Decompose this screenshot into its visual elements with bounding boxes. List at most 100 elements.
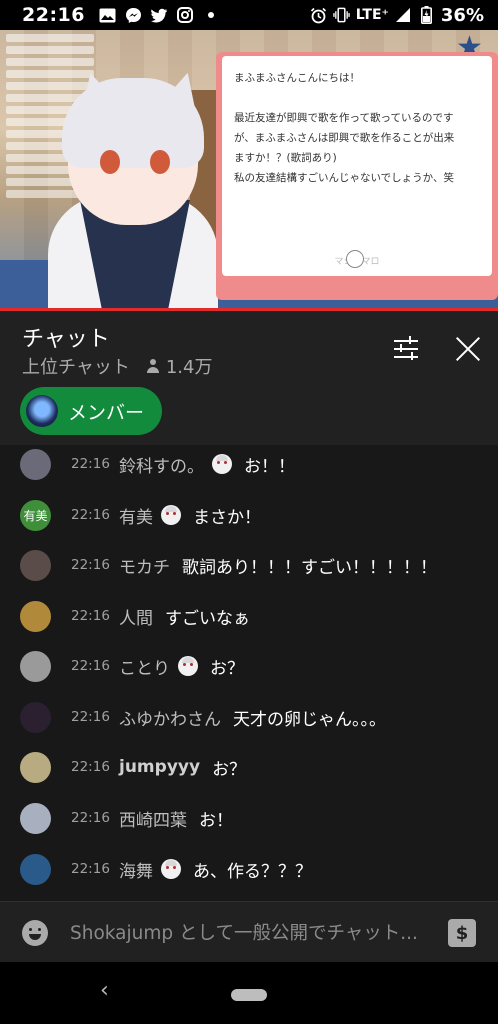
chat-message-row[interactable]: 有美 22:16 有美 まさか！: [0, 495, 498, 535]
filter-settings-button[interactable]: [392, 335, 422, 363]
chat-input-bar: $: [0, 901, 498, 962]
chat-message-row[interactable]: 22:16 海舞 あ、作る？？？: [0, 849, 498, 889]
message-line: 私の友達結構すごいんじゃないでしょうか、笑: [234, 172, 454, 184]
chat-input[interactable]: [70, 916, 442, 950]
avatar-eye-left: [100, 150, 120, 174]
message-gap: [234, 88, 480, 108]
user-avatar[interactable]: 有美: [20, 499, 51, 531]
author-name[interactable]: 西崎四葉: [119, 806, 187, 831]
message-text: お？: [210, 658, 244, 679]
chat-message-row[interactable]: 22:16 モカチ 歌詞あり！！！すごい！！！！！: [0, 545, 498, 585]
marshmallow-message: まふまふさんこんにちは！ 最近友達が即興で歌を作って歌っているのです が、まふま…: [222, 56, 492, 276]
emoji-button[interactable]: [22, 920, 48, 946]
vibrate-icon: [333, 7, 350, 24]
video-player[interactable]: ★ まふまふさんこんにちは！ 最近友達が即興で歌を作って歌っているのです が、ま…: [0, 30, 498, 310]
marshmallow-mascot-icon: [346, 250, 364, 268]
alarm-icon: [310, 7, 327, 24]
message-line: ますか！？(歌詞あり): [234, 152, 337, 164]
home-pill[interactable]: [231, 989, 267, 1001]
message-timestamp: 22:16: [71, 810, 110, 826]
author-name[interactable]: ふゆかわさん: [119, 705, 221, 730]
message-timestamp: 22:16: [71, 608, 110, 624]
message-line: まふまふさんこんにちは！: [234, 72, 360, 84]
chat-message-list[interactable]: 22:16 鈴科すの。 お！！ 有美 22:16 有美 まさか！ 22:16 モカチ 歌詞あり！！…: [0, 445, 498, 901]
chat-message-row[interactable]: 22:16 jumpyyy お？: [0, 747, 498, 787]
member-badge-icon: [212, 454, 232, 474]
message-text: お！！: [244, 456, 295, 477]
avatar-hair: [62, 78, 204, 168]
system-nav-bar: ‹: [0, 962, 498, 1024]
author-name[interactable]: 人間: [119, 604, 153, 629]
status-bar: 22:16 LTE⁺ 36%: [0, 0, 498, 30]
message-text: まさか！: [193, 507, 261, 528]
author-name[interactable]: jumpyyy: [119, 757, 200, 777]
back-icon[interactable]: ‹: [100, 978, 109, 1003]
messenger-icon: [125, 7, 142, 24]
message-timestamp: 22:16: [71, 456, 110, 472]
chat-header: チャット 上位チャット 1.4万 メンバー: [0, 311, 498, 445]
member-badge-icon: [178, 656, 198, 676]
message-timestamp: 22:16: [71, 507, 110, 523]
message-line: が、まふまふさんは即興で歌を作ることが出来: [234, 132, 455, 144]
members-chip[interactable]: メンバー: [20, 387, 162, 435]
user-avatar[interactable]: [20, 650, 51, 682]
message-text: 天才の卵じゃん。。。: [233, 709, 386, 730]
viewer-count-value: 1.4万: [165, 357, 213, 378]
super-chat-button[interactable]: $: [448, 919, 476, 947]
user-avatar[interactable]: [20, 549, 51, 581]
message-line: ふゆかわさん 天才の卵じゃん。。。: [119, 705, 386, 730]
notification-icons: [99, 7, 220, 24]
user-avatar[interactable]: [20, 751, 51, 783]
battery-percent: 36%: [440, 4, 484, 26]
message-line: モカチ 歌詞あり！！！すごい！！！！！: [119, 553, 437, 578]
chat-message-row[interactable]: 22:16 人間 すごいなぁ: [0, 596, 498, 636]
battery-icon: [418, 6, 435, 24]
close-chat-button[interactable]: [454, 335, 482, 363]
user-avatar[interactable]: [20, 448, 51, 480]
chat-message-row[interactable]: 22:16 鈴科すの。 お！！: [0, 445, 498, 484]
chat-message-row[interactable]: 22:16 西崎四葉 お！: [0, 798, 498, 838]
message-timestamp: 22:16: [71, 557, 110, 573]
avatar-eye-right: [150, 150, 170, 174]
chat-message-row[interactable]: 22:16 ことり お？: [0, 646, 498, 686]
message-timestamp: 22:16: [71, 759, 110, 775]
user-avatar[interactable]: [20, 701, 51, 733]
signal-icon: [395, 7, 412, 24]
twitter-icon: [150, 7, 168, 24]
status-time: 22:16: [22, 4, 85, 26]
message-text: すごいなぁ: [165, 608, 250, 629]
author-name[interactable]: モカチ: [119, 553, 170, 578]
member-badge-icon: [161, 505, 181, 525]
author-name[interactable]: ことり: [119, 654, 170, 679]
member-badge-icon: [161, 859, 181, 879]
message-timestamp: 22:16: [71, 861, 110, 877]
user-avatar[interactable]: [20, 802, 51, 834]
instagram-icon: [177, 7, 194, 24]
network-type: LTE⁺: [355, 7, 389, 23]
message-text: お？: [212, 759, 247, 780]
chat-title: チャット: [22, 327, 110, 352]
author-name[interactable]: 有美: [119, 503, 153, 528]
message-timestamp: 22:16: [71, 658, 110, 674]
message-line: 最近友達が即興で歌を作って歌っているのです: [234, 112, 454, 124]
dot-icon: [203, 7, 220, 24]
message-line: 西崎四葉 お！: [119, 806, 233, 831]
chat-mode-selector[interactable]: 上位チャット 1.4万: [22, 353, 212, 379]
author-name[interactable]: 鈴科すの。: [119, 452, 204, 477]
viewer-count: 1.4万: [146, 353, 213, 379]
photo-icon: [99, 7, 116, 24]
message-line: 有美 まさか！: [119, 503, 261, 528]
message-line: 鈴科すの。 お！！: [119, 452, 295, 477]
person-icon: [146, 359, 160, 373]
user-avatar[interactable]: [20, 600, 51, 632]
message-line: 人間 すごいなぁ: [119, 604, 250, 629]
message-text: お！: [199, 810, 233, 831]
chat-mode-label[interactable]: 上位チャット: [22, 353, 130, 379]
message-line: ことり お？: [119, 654, 244, 679]
message-text: あ、作る？？？: [193, 861, 312, 882]
author-name[interactable]: 海舞: [119, 857, 153, 882]
message-text: 歌詞あり！！！すごい！！！！！: [182, 557, 437, 578]
channel-avatar: [26, 395, 58, 427]
chat-message-row[interactable]: 22:16 ふゆかわさん 天才の卵じゃん。。。: [0, 697, 498, 737]
user-avatar[interactable]: [20, 853, 51, 885]
